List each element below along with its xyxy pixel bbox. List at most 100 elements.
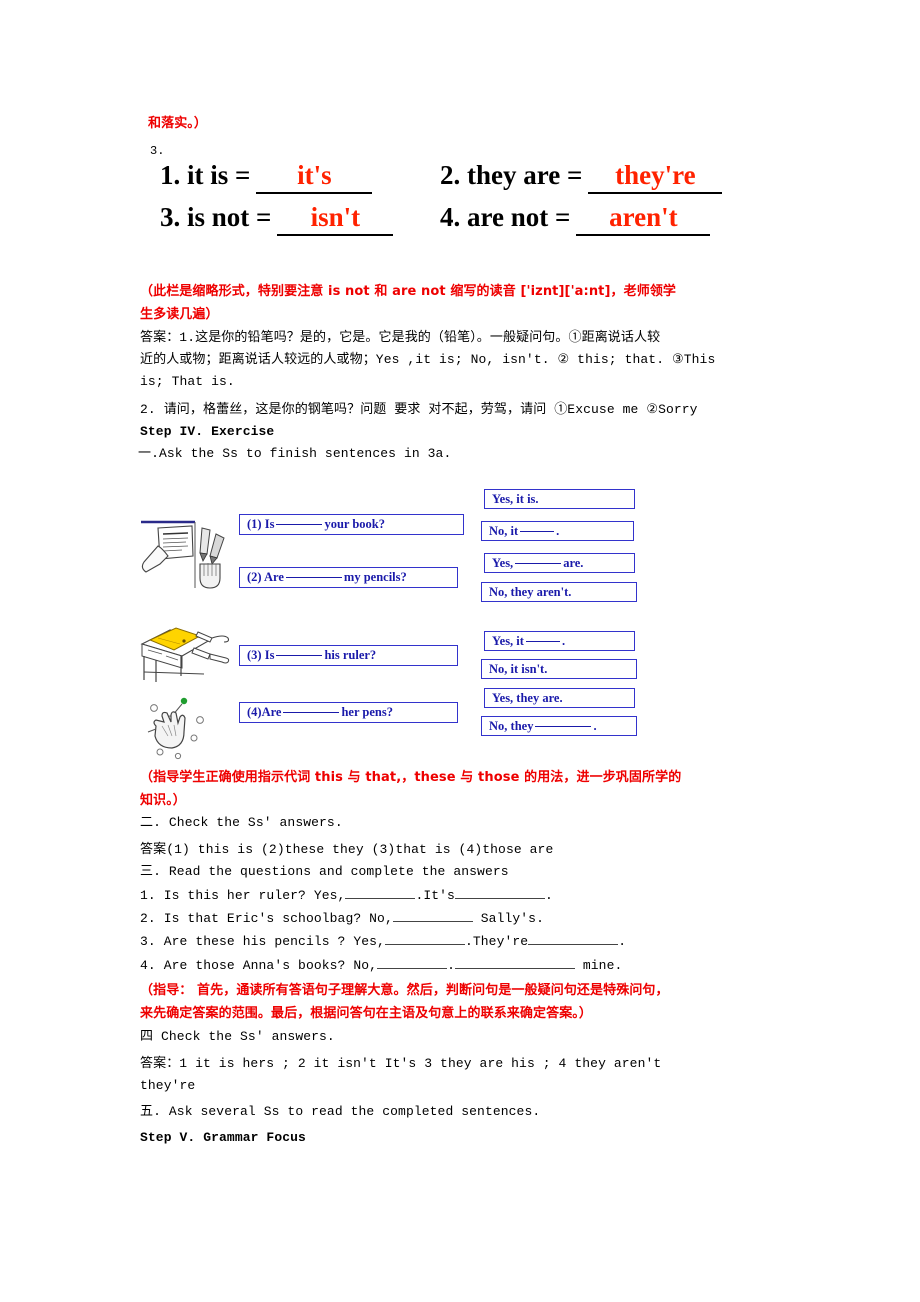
question-prefix: (2) Are [247,570,284,584]
contraction-row: 1. it is = it's 2. they are = they're [160,160,780,194]
hand-holding-book-and-pencils-icon [141,520,225,589]
question-prefix: (1) Is [247,517,275,531]
answer-prefix: Yes, it [492,633,524,648]
step-4-heading: Step IV. Exercise [140,424,275,439]
item-number: 1. [140,888,156,903]
exercise-question-box-4[interactable]: (4)Are her pens? [239,702,458,723]
contraction-item-4: 4. are not = aren't [440,202,711,236]
contraction-table: 1. it is = it's 2. they are = they're 3.… [160,160,780,244]
contraction-row: 3. is not = isn't 4. are not = aren't [160,202,780,236]
note-demonstrative-pronouns-line2: 知识。） [140,793,186,808]
task-3-heading: 三. Read the questions and complete the a… [140,864,509,879]
contraction-label: 3. is not = [160,202,272,232]
section-number: 3. [150,144,165,158]
exercise-answer-box-1[interactable]: Yes, it is. [484,489,635,509]
answer-prefix: Yes, [492,555,514,570]
answer-key-1-line2: 近的人或物；距离说话人较远的人或物；Yes ,it is; No, isn't.… [140,352,716,367]
answer-key-1-line3: is; That is. [140,374,235,389]
answer-text: Yes, it is. [492,491,539,506]
fill-blank[interactable] [528,944,619,945]
contraction-answer: aren't [576,202,711,236]
item-text-a: Are those Anna's books? No, [163,958,378,973]
answer-key-2-line1: 2. 请问，格蕾丝，这是你的钢笔吗？问题 要求 对不起，劳驾，请问 ①Excus… [140,402,698,417]
answer-blank[interactable] [515,562,562,564]
note-demonstrative-pronouns-line1: （指导学生正确使用指示代词 this 与 that,，these 与 those… [140,770,682,785]
task-3-item-2: 2. Is that Eric's schoolbag? No, Sally's… [140,908,544,930]
answer-key-3-line1: 答案：1 it is hers ; 2 it isn't It's 3 they… [140,1056,662,1071]
question-prefix: (3) Is [247,648,275,662]
exercise-answer-box-4[interactable]: No, they aren't. [481,582,637,602]
answer-suffix: are. [563,555,584,570]
note-contraction-pronunciation-line1: （此栏是缩略形式，特别要注意 is not 和 are not 缩写的读音 ['… [140,284,677,299]
exercise-answer-box-5[interactable]: Yes, it . [484,631,635,651]
answer-blank[interactable] [525,640,560,642]
item-number: 4. [140,958,156,973]
question-prefix: (4)Are [247,705,282,719]
answer-key-2: 答案(1) this is (2)these they (3)that is (… [140,842,554,857]
item-number: 2. [140,911,156,926]
item-text-b: Sally's. [480,911,544,926]
hand-pointing-icon [147,697,204,760]
exercise-question-box-3[interactable]: (3) Is his ruler? [239,645,458,666]
answer-prefix: No, it [489,523,519,538]
item-text-a: Are these his pencils ? Yes, [163,934,385,949]
item-text-c: mine. [582,958,623,973]
answer-key-1-line1: 答案：1.这是你的铅笔吗？是的，它是。它是我的（铅笔）。一般疑问句。①距离说话人… [140,330,661,345]
item-text-c: . [544,888,553,903]
note-contraction-pronunciation-line2: 生多读几遍） [140,307,219,322]
item-text-c: . [618,934,627,949]
answer-key-3-line2: they're [140,1078,196,1093]
fill-blank[interactable] [392,921,473,922]
contraction-item-3: 3. is not = isn't [160,202,440,236]
exercise-answer-box-3[interactable]: Yes, are. [484,553,635,573]
exercise-answer-box-8[interactable]: No, they . [481,716,637,736]
exercise-answer-box-7[interactable]: Yes, they are. [484,688,635,708]
contraction-answer: isn't [277,202,394,236]
contraction-answer: they're [588,160,723,194]
question-suffix: his ruler? [324,648,377,662]
answer-suffix: . [556,523,560,538]
question-suffix: your book? [324,517,385,531]
item-text-a: Is that Eric's schoolbag? No, [163,911,393,926]
task-3-item-3: 3. Are these his pencils ? Yes, .They're. [140,931,626,953]
item-text-b: .It's [415,888,455,903]
fill-blank[interactable] [454,898,545,899]
document-page: 和落实。） 3. 1. it is = it's 2. they are = t… [0,0,920,1302]
question-suffix: her pens? [341,705,393,719]
exercise-answer-box-6[interactable]: No, it isn't. [481,659,637,679]
answer-blank[interactable] [535,725,592,727]
question-blank[interactable] [276,524,323,525]
answer-text: Yes, they are. [492,690,563,705]
answer-prefix: No, they [489,718,534,733]
answer-text: No, they aren't. [489,584,572,599]
exercise-question-box-1[interactable]: (1) Is your book? [239,514,464,535]
exercise-answer-box-2[interactable]: No, it . [481,521,634,541]
item-text-b: .They're [464,934,529,949]
task-2-check-answers: 二. Check the Ss' answers. [140,815,343,830]
answer-text: No, it isn't. [489,661,548,676]
question-blank[interactable] [285,577,342,578]
top-note: 和落实。） [148,116,208,131]
exercise-question-box-2[interactable]: (2) Are my pencils? [239,567,458,588]
item-text-b: . [447,958,455,973]
step-4-task-1: 一.Ask the Ss to finish sentences in 3a. [138,446,452,461]
question-blank[interactable] [276,655,323,656]
fill-blank[interactable] [345,898,416,899]
contraction-label: 2. they are = [440,160,583,190]
contraction-item-1: 1. it is = it's [160,160,440,194]
fill-blank[interactable] [377,968,448,969]
task-3-item-4: 4. Are those Anna's books? No,. mine. [140,955,622,977]
answer-blank[interactable] [520,530,555,532]
question-blank[interactable] [283,712,340,713]
contraction-item-2: 2. they are = they're [440,160,723,194]
note-answer-strategy-line1: （指导： 首先，通读所有答语句子理解大意。然后，判断问句是一般疑问句还是特殊问句… [140,983,669,998]
item-number: 3. [140,934,156,949]
task-5-read-sentences: 五. Ask several Ss to read the completed … [140,1104,541,1119]
fill-blank[interactable] [454,968,575,969]
desk-with-ruler-and-pens-icon [140,627,230,682]
contraction-label: 4. are not = [440,202,571,232]
fill-blank[interactable] [384,944,465,945]
answer-suffix: . [593,718,597,733]
task-3-item-1: 1. Is this her ruler? Yes, .It's. [140,885,553,907]
contraction-label: 1. it is = [160,160,251,190]
